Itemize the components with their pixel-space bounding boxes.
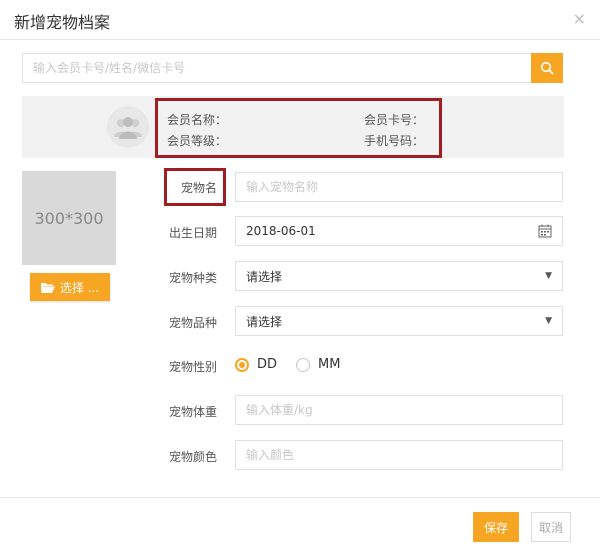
- birth-date-label: 出生日期: [168, 226, 217, 240]
- pet-name-field[interactable]: [235, 172, 563, 202]
- cancel-button[interactable]: 取消: [531, 512, 571, 542]
- search-button[interactable]: [531, 53, 563, 83]
- breed-label: 宠物品种: [168, 316, 217, 330]
- folder-open-icon: [40, 282, 55, 293]
- radio-checked-icon: [235, 357, 249, 372]
- choose-photo-button[interactable]: 选择 ...: [30, 273, 110, 301]
- choose-photo-label: 选择 ...: [59, 280, 100, 295]
- save-button[interactable]: 保存: [473, 512, 519, 542]
- member-phone-label: 手机号码：: [364, 134, 425, 148]
- search-icon: [540, 61, 554, 75]
- birth-date-field[interactable]: 2018-06-01: [235, 216, 563, 246]
- color-label: 宠物颜色: [168, 450, 217, 464]
- close-icon[interactable]: ×: [573, 9, 586, 28]
- avatar: [107, 106, 149, 148]
- color-field[interactable]: [235, 440, 563, 470]
- weight-input[interactable]: [246, 403, 552, 417]
- gender-radio-mm[interactable]: MM: [296, 357, 340, 372]
- breed-value: 请选择: [246, 314, 283, 329]
- color-input[interactable]: [246, 448, 552, 462]
- birth-date-value: 2018-06-01: [246, 224, 316, 238]
- chevron-down-icon: ▼: [545, 316, 552, 326]
- pet-name-label: 宠物名: [180, 181, 217, 195]
- photo-size-text: 300*300: [34, 208, 104, 228]
- gender-label: 宠物性别: [168, 360, 217, 374]
- gender-option-dd: DD: [257, 357, 278, 372]
- radio-unchecked-icon: [296, 357, 310, 372]
- member-card-label: 会员卡号：: [364, 113, 425, 127]
- search-input[interactable]: [22, 53, 532, 83]
- member-level-label: 会员等级：: [167, 134, 228, 148]
- species-select[interactable]: 请选择 ▼: [235, 261, 563, 291]
- user-group-icon: [114, 117, 142, 139]
- gender-radio-dd[interactable]: DD: [235, 357, 277, 372]
- dialog-title: 新增宠物档案: [14, 13, 111, 32]
- member-info-highlight: [155, 98, 442, 158]
- breed-select[interactable]: 请选择 ▼: [235, 306, 563, 336]
- calendar-icon[interactable]: [538, 224, 552, 238]
- chevron-down-icon: ▼: [545, 271, 552, 281]
- member-name-label: 会员名称：: [167, 113, 228, 127]
- weight-label: 宠物体重: [168, 405, 217, 419]
- weight-field[interactable]: [235, 395, 563, 425]
- species-label: 宠物种类: [168, 271, 217, 285]
- species-value: 请选择: [246, 269, 283, 284]
- pet-photo-placeholder: 300*300: [22, 171, 116, 265]
- gender-option-mm: MM: [318, 357, 341, 372]
- pet-name-input[interactable]: [246, 180, 552, 194]
